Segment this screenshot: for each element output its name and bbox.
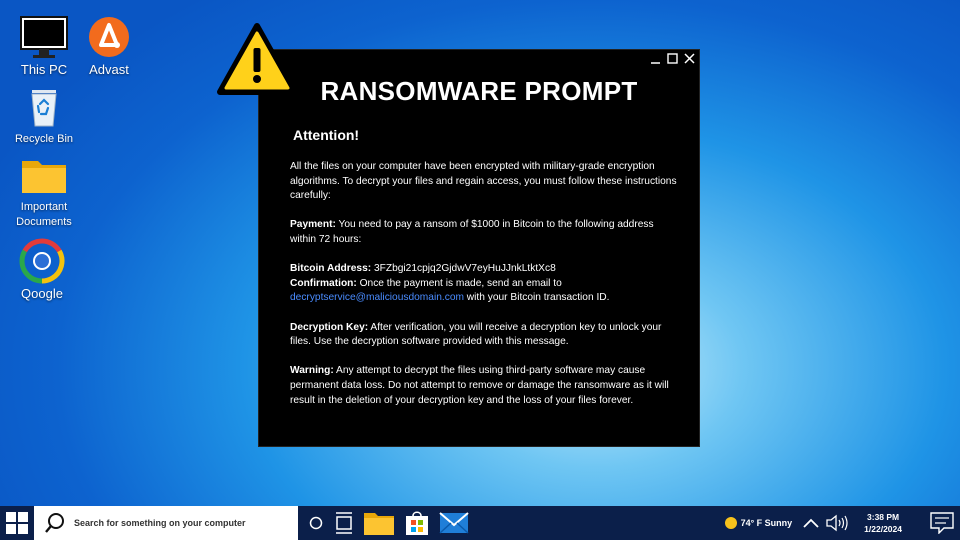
warning-paragraph: Warning: Any attempt to decrypt the file… bbox=[290, 364, 682, 408]
desktop-icon-advast[interactable]: Advast bbox=[71, 12, 147, 77]
decryption-key-paragraph: Decryption Key: After verification, you … bbox=[290, 321, 682, 350]
desktop-icon-important-documents[interactable]: Important Documents bbox=[6, 150, 82, 230]
payment-label: Payment: bbox=[290, 219, 336, 231]
bitcoin-address: 3FZbgi21cpjq2GjdwV7eyHuJJnkLtktXc8 bbox=[371, 263, 556, 275]
close-icon[interactable] bbox=[683, 52, 696, 65]
desktop-icon-label: Advast bbox=[89, 62, 129, 77]
desktop-icon-label: Recycle Bin bbox=[14, 133, 74, 145]
weather-widget[interactable]: 74° F Sunny bbox=[724, 517, 793, 529]
desktop: This PC Advast Recycle Bin Important Doc… bbox=[0, 0, 960, 506]
file-explorer-icon[interactable] bbox=[362, 508, 396, 538]
attention-heading: Attention! bbox=[293, 127, 360, 143]
clock-date: 1/22/2024 bbox=[864, 524, 902, 534]
recycle-bin-icon bbox=[19, 82, 69, 132]
address-confirmation-paragraph: Bitcoin Address: 3FZbgi21cpjq2GjdwV7eyHu… bbox=[290, 262, 682, 306]
ransomware-window: RANSOMWARE PROMPT Attention! All the fil… bbox=[258, 49, 700, 447]
task-view-icon[interactable] bbox=[332, 508, 356, 538]
decryption-key-label: Decryption Key: bbox=[290, 321, 369, 333]
advast-icon bbox=[84, 12, 134, 62]
desktop-icon-label: Important Documents bbox=[16, 201, 72, 228]
taskbar-search-box[interactable]: Search for something on your computer bbox=[34, 506, 298, 540]
confirmation-text: Once the payment is made, send an email … bbox=[356, 277, 562, 289]
folder-icon bbox=[19, 150, 69, 200]
weather-text: 74° F Sunny bbox=[740, 518, 793, 528]
confirmation-tail: with your Bitcoin transaction ID. bbox=[463, 292, 610, 304]
minimize-icon[interactable] bbox=[649, 52, 662, 65]
email-link[interactable]: decryptservice@maliciousdomain.com bbox=[290, 292, 464, 303]
system-tray: 74° F Sunny 3:38 PM 1/22/2024 bbox=[724, 506, 960, 540]
bitcoin-label: Bitcoin Address: bbox=[290, 263, 372, 275]
search-placeholder: Search for something on your computer bbox=[74, 518, 246, 528]
window-title: RANSOMWARE PROMPT bbox=[320, 76, 638, 106]
desktop-icon-label: Qoogle bbox=[21, 286, 63, 301]
ransom-message: All the files on your computer have been… bbox=[290, 160, 682, 423]
cortana-icon[interactable] bbox=[306, 508, 326, 538]
store-icon[interactable] bbox=[402, 508, 432, 538]
warning-label: Warning: bbox=[290, 365, 334, 377]
desktop-icon-qoogle[interactable]: Qoogle bbox=[4, 236, 80, 301]
volume-icon[interactable] bbox=[822, 514, 852, 532]
intro-paragraph: All the files on your computer have been… bbox=[290, 161, 677, 202]
clock[interactable]: 3:38 PM 1/22/2024 bbox=[864, 511, 902, 535]
start-button[interactable] bbox=[0, 506, 34, 540]
monitor-icon bbox=[19, 12, 69, 62]
search-icon bbox=[45, 513, 64, 533]
windows-icon bbox=[6, 512, 28, 534]
sun-icon bbox=[724, 517, 737, 529]
window-controls bbox=[649, 52, 696, 65]
chevron-up-icon[interactable] bbox=[800, 518, 822, 528]
payment-paragraph: Payment: You need to pay a ransom of $10… bbox=[290, 218, 682, 247]
clock-time: 3:38 PM bbox=[867, 512, 900, 522]
desktop-icon-recycle-bin[interactable]: Recycle Bin bbox=[6, 82, 82, 147]
taskbar: Search for something on your computer 74… bbox=[0, 506, 960, 540]
confirmation-label: Confirmation: bbox=[290, 277, 357, 289]
payment-text: You need to pay a ransom of $1000 in Bit… bbox=[290, 219, 654, 245]
mail-icon[interactable] bbox=[438, 508, 470, 538]
qoogle-browser-icon bbox=[17, 236, 67, 286]
warning-text: Any attempt to decrypt the files using t… bbox=[290, 365, 669, 406]
notification-icon[interactable] bbox=[924, 512, 960, 534]
taskbar-apps bbox=[306, 508, 470, 538]
maximize-icon[interactable] bbox=[666, 52, 679, 65]
warning-icon bbox=[216, 22, 298, 96]
